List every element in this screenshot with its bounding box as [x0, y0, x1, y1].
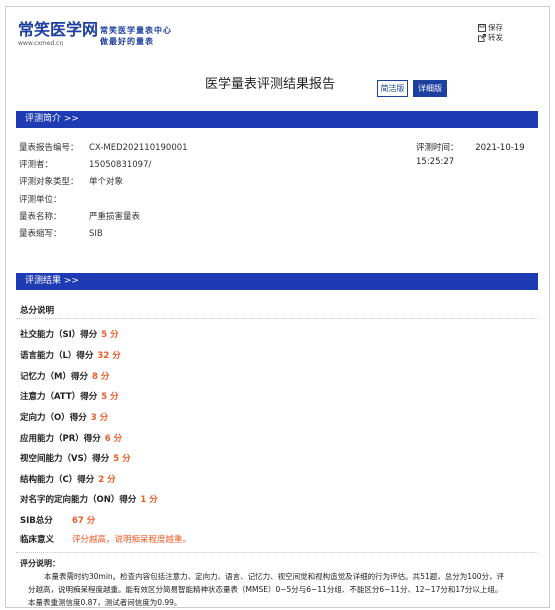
save-label: 保存 [488, 23, 503, 32]
score-row-m: 记忆力（M）得分 8 分 [20, 371, 109, 384]
score-row-vs: 视空间能力（VS）得分 5 分 [20, 453, 131, 466]
title-row: 医学量表评测结果报告 简洁版 详细版 [6, 73, 549, 97]
site-logo[interactable]: 常笑医学网 www.cxmed.cn [18, 21, 98, 47]
utility-actions: 保存 转发 [478, 23, 503, 43]
save-icon [478, 24, 486, 32]
info-row-evaluator: 评测者： 15050831097/ [19, 158, 151, 172]
info-label: 量表名称： [19, 212, 62, 222]
sib-total-label: SIB总分 [20, 516, 53, 526]
info-label: 量表缩写： [19, 229, 62, 239]
info-label: 评测者： [19, 160, 54, 170]
clinical-label: 临床意义 [20, 535, 55, 545]
clinical-meaning-row: 临床意义 评分越高，说明痴呆程度越重。 [20, 534, 191, 547]
share-label: 转发 [488, 33, 503, 42]
divider [16, 318, 538, 319]
score-label: 对名字的定向能力（ON）得分 [20, 495, 137, 505]
divider [16, 552, 538, 553]
score-label: 定向力（O）得分 [20, 413, 87, 423]
info-row-report-id: 量表报告编号： CX-MED202110190001 [19, 141, 188, 155]
page-title: 医学量表评测结果报告 [205, 77, 336, 92]
slogan-line-1: 常笑医学量表中心 [100, 26, 172, 35]
info-value: 单个对象 [89, 177, 124, 187]
info-label: 评测单位： [19, 195, 62, 205]
intro-section-header: 评测简介 >> [16, 111, 538, 128]
sib-total-row: SIB总分 67 分 [20, 515, 95, 528]
sib-total-value: 67 分 [72, 516, 96, 526]
scoring-notes-text: 本量表需时约30min。检查内容包括注意力、定向力、语言、记忆力、视空间觉和视构… [28, 572, 505, 607]
score-row-o: 定向力（O）得分 3 分 [20, 412, 108, 425]
top-bar: 常笑医学网 www.cxmed.cn 常笑医学量表中心 做最好的量表 保存 转发 [6, 7, 549, 51]
score-label: 视空间能力（VS）得分 [20, 454, 110, 464]
score-label: 语言能力（L）得分 [20, 351, 94, 361]
score-label: 结构能力（C）得分 [20, 475, 95, 485]
info-label: 评测对象类型： [19, 177, 79, 187]
score-label: 记忆力（M）得分 [20, 372, 88, 382]
score-row-l: 语言能力（L）得分 32 分 [20, 350, 121, 363]
score-value: 2 分 [98, 475, 116, 485]
share-icon [478, 34, 486, 42]
info-value: 严重损害量表 [89, 212, 141, 222]
score-label: 应用能力（PR）得分 [20, 434, 101, 444]
eval-time: 评测时间： 2021-10-19 15:25:27 [416, 141, 549, 169]
score-row-pr: 应用能力（PR）得分 6 分 [20, 433, 122, 446]
report-page: 常笑医学网 www.cxmed.cn 常笑医学量表中心 做最好的量表 保存 转发… [5, 6, 550, 608]
total-score-heading: 总分说明 [20, 306, 55, 316]
score-row-si: 社交能力（SI）得分 5 分 [20, 329, 119, 342]
score-value: 8 分 [91, 372, 110, 382]
score-value: 1 分 [140, 495, 158, 505]
share-button[interactable]: 转发 [478, 33, 503, 43]
info-value: 15050831097/ [89, 160, 152, 170]
score-value: 5 分 [101, 330, 119, 340]
info-label: 量表报告编号： [19, 143, 79, 153]
score-label: 社交能力（SI）得分 [20, 330, 98, 340]
info-value: CX-MED202110190001 [89, 143, 188, 153]
score-row-att: 注意力（ATT）得分 5 分 [20, 391, 119, 404]
score-value: 6 分 [104, 434, 123, 444]
scoring-notes-heading: 评分说明： [20, 559, 60, 568]
score-row-on: 对名字的定向能力（ON）得分 1 分 [20, 494, 158, 507]
info-row-scale-name: 量表名称： 严重损害量表 [19, 210, 140, 224]
info-row-scale-abbr: 量表缩写： SIB [19, 227, 103, 241]
info-row-subject-type: 评测对象类型： 单个对象 [19, 175, 123, 189]
slogan: 常笑医学量表中心 做最好的量表 [100, 25, 172, 47]
logo-url: www.cxmed.cn [18, 40, 64, 47]
score-label: 注意力（ATT）得分 [20, 392, 98, 402]
result-section-header: 评测结果 >> [16, 273, 538, 290]
clinical-value: 评分越高，说明痴呆程度越重。 [72, 535, 192, 545]
slogan-line-2: 做最好的量表 [100, 37, 154, 46]
score-value: 3 分 [90, 413, 109, 423]
detail-version-button[interactable]: 详细版 [413, 80, 447, 97]
eval-time-label: 评测时间： [416, 143, 459, 153]
logo-text: 常笑医学网 [18, 20, 99, 39]
score-row-c: 结构能力（C）得分 2 分 [20, 474, 116, 487]
save-button[interactable]: 保存 [478, 23, 503, 33]
info-row-unit: 评测单位： [19, 193, 89, 207]
simple-version-button[interactable]: 简洁版 [377, 80, 408, 97]
score-value: 5 分 [101, 392, 119, 402]
score-value: 5 分 [113, 454, 131, 464]
score-value: 32 分 [97, 351, 121, 361]
info-value: SIB [89, 229, 103, 239]
